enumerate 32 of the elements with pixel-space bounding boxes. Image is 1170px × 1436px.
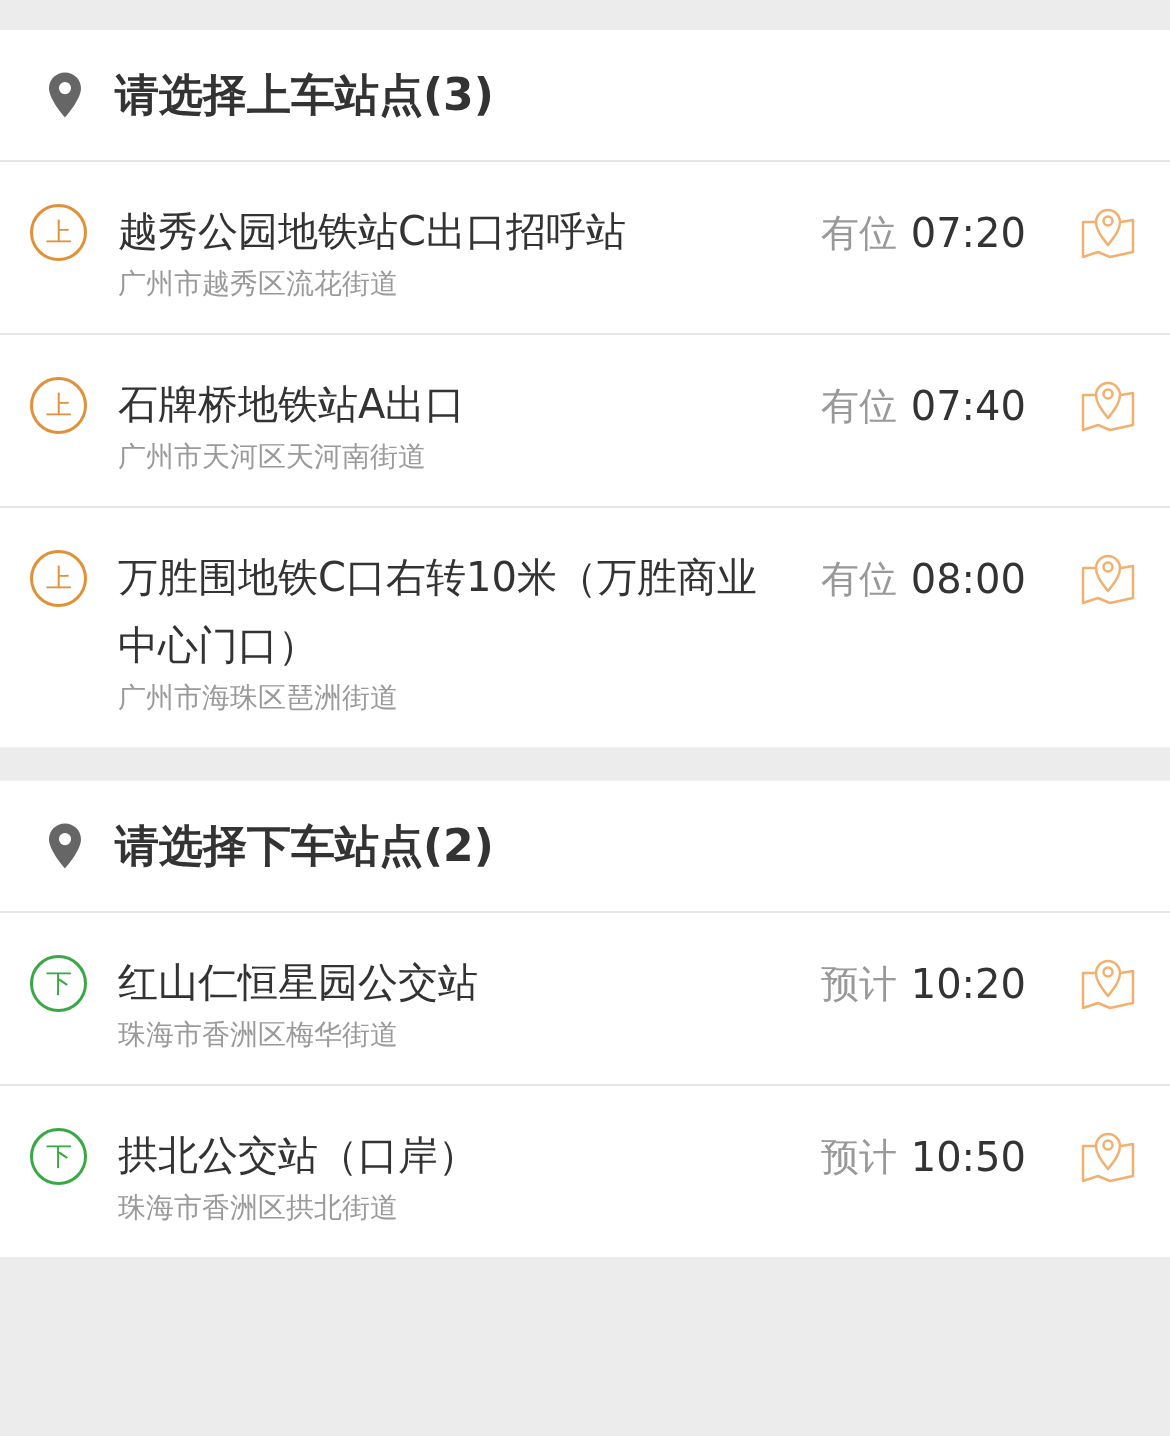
station-row[interactable]: 上 越秀公园地铁站C出口招呼站 广州市越秀区流花街道 有位 07:20 <box>0 162 1170 335</box>
station-row[interactable]: 上 石牌桥地铁站A出口 广州市天河区天河南街道 有位 07:40 <box>0 335 1170 508</box>
station-name: 拱北公交站（口岸） <box>118 1131 479 1180</box>
station-row[interactable]: 下 红山仁恒星园公交站 珠海市香洲区梅华街道 预计 10:20 <box>0 913 1170 1086</box>
station-type-badge: 上 <box>30 204 87 261</box>
station-name: 石牌桥地铁站A出口 <box>118 380 467 429</box>
station-address: 珠海市香洲区拱北街道 <box>118 1190 399 1226</box>
station-address: 广州市越秀区流花街道 <box>118 266 399 302</box>
departure-time: 10:20 <box>910 960 1026 1009</box>
section-title: 请选择下车站点(2) <box>115 819 494 873</box>
departure-time: 08:00 <box>910 555 1026 604</box>
station-name: 红山仁恒星园公交站 <box>118 958 479 1007</box>
section-title: 请选择上车站点(3) <box>115 68 494 122</box>
status-label: 预计 <box>820 1133 897 1181</box>
station-row[interactable]: 下 拱北公交站（口岸） 珠海市香洲区拱北街道 预计 10:50 <box>0 1086 1170 1257</box>
station-name: 万胜围地铁C口右转10米（万胜商业中心门口） <box>118 553 758 670</box>
departure-time: 10:50 <box>910 1133 1026 1182</box>
station-row[interactable]: 上 万胜围地铁C口右转10米（万胜商业中心门口） 广州市海珠区琶洲街道 有位 08:00 <box>0 508 1170 747</box>
departure-time: 07:20 <box>910 209 1026 258</box>
station-address: 珠海市香洲区梅华街道 <box>118 1017 399 1053</box>
status-label: 有位 <box>820 555 897 603</box>
status-label: 有位 <box>820 209 897 257</box>
station-address: 广州市海珠区琶洲街道 <box>118 680 399 716</box>
station-type-badge: 上 <box>30 550 87 607</box>
station-name: 越秀公园地铁站C出口招呼站 <box>118 207 627 256</box>
departure-time: 07:40 <box>910 382 1026 431</box>
station-type-badge: 下 <box>30 1128 87 1185</box>
status-label: 预计 <box>820 960 897 1008</box>
status-label: 有位 <box>820 382 897 430</box>
station-type-badge: 下 <box>30 955 87 1012</box>
station-address: 广州市天河区天河南街道 <box>118 439 427 475</box>
station-type-badge: 上 <box>30 377 87 434</box>
